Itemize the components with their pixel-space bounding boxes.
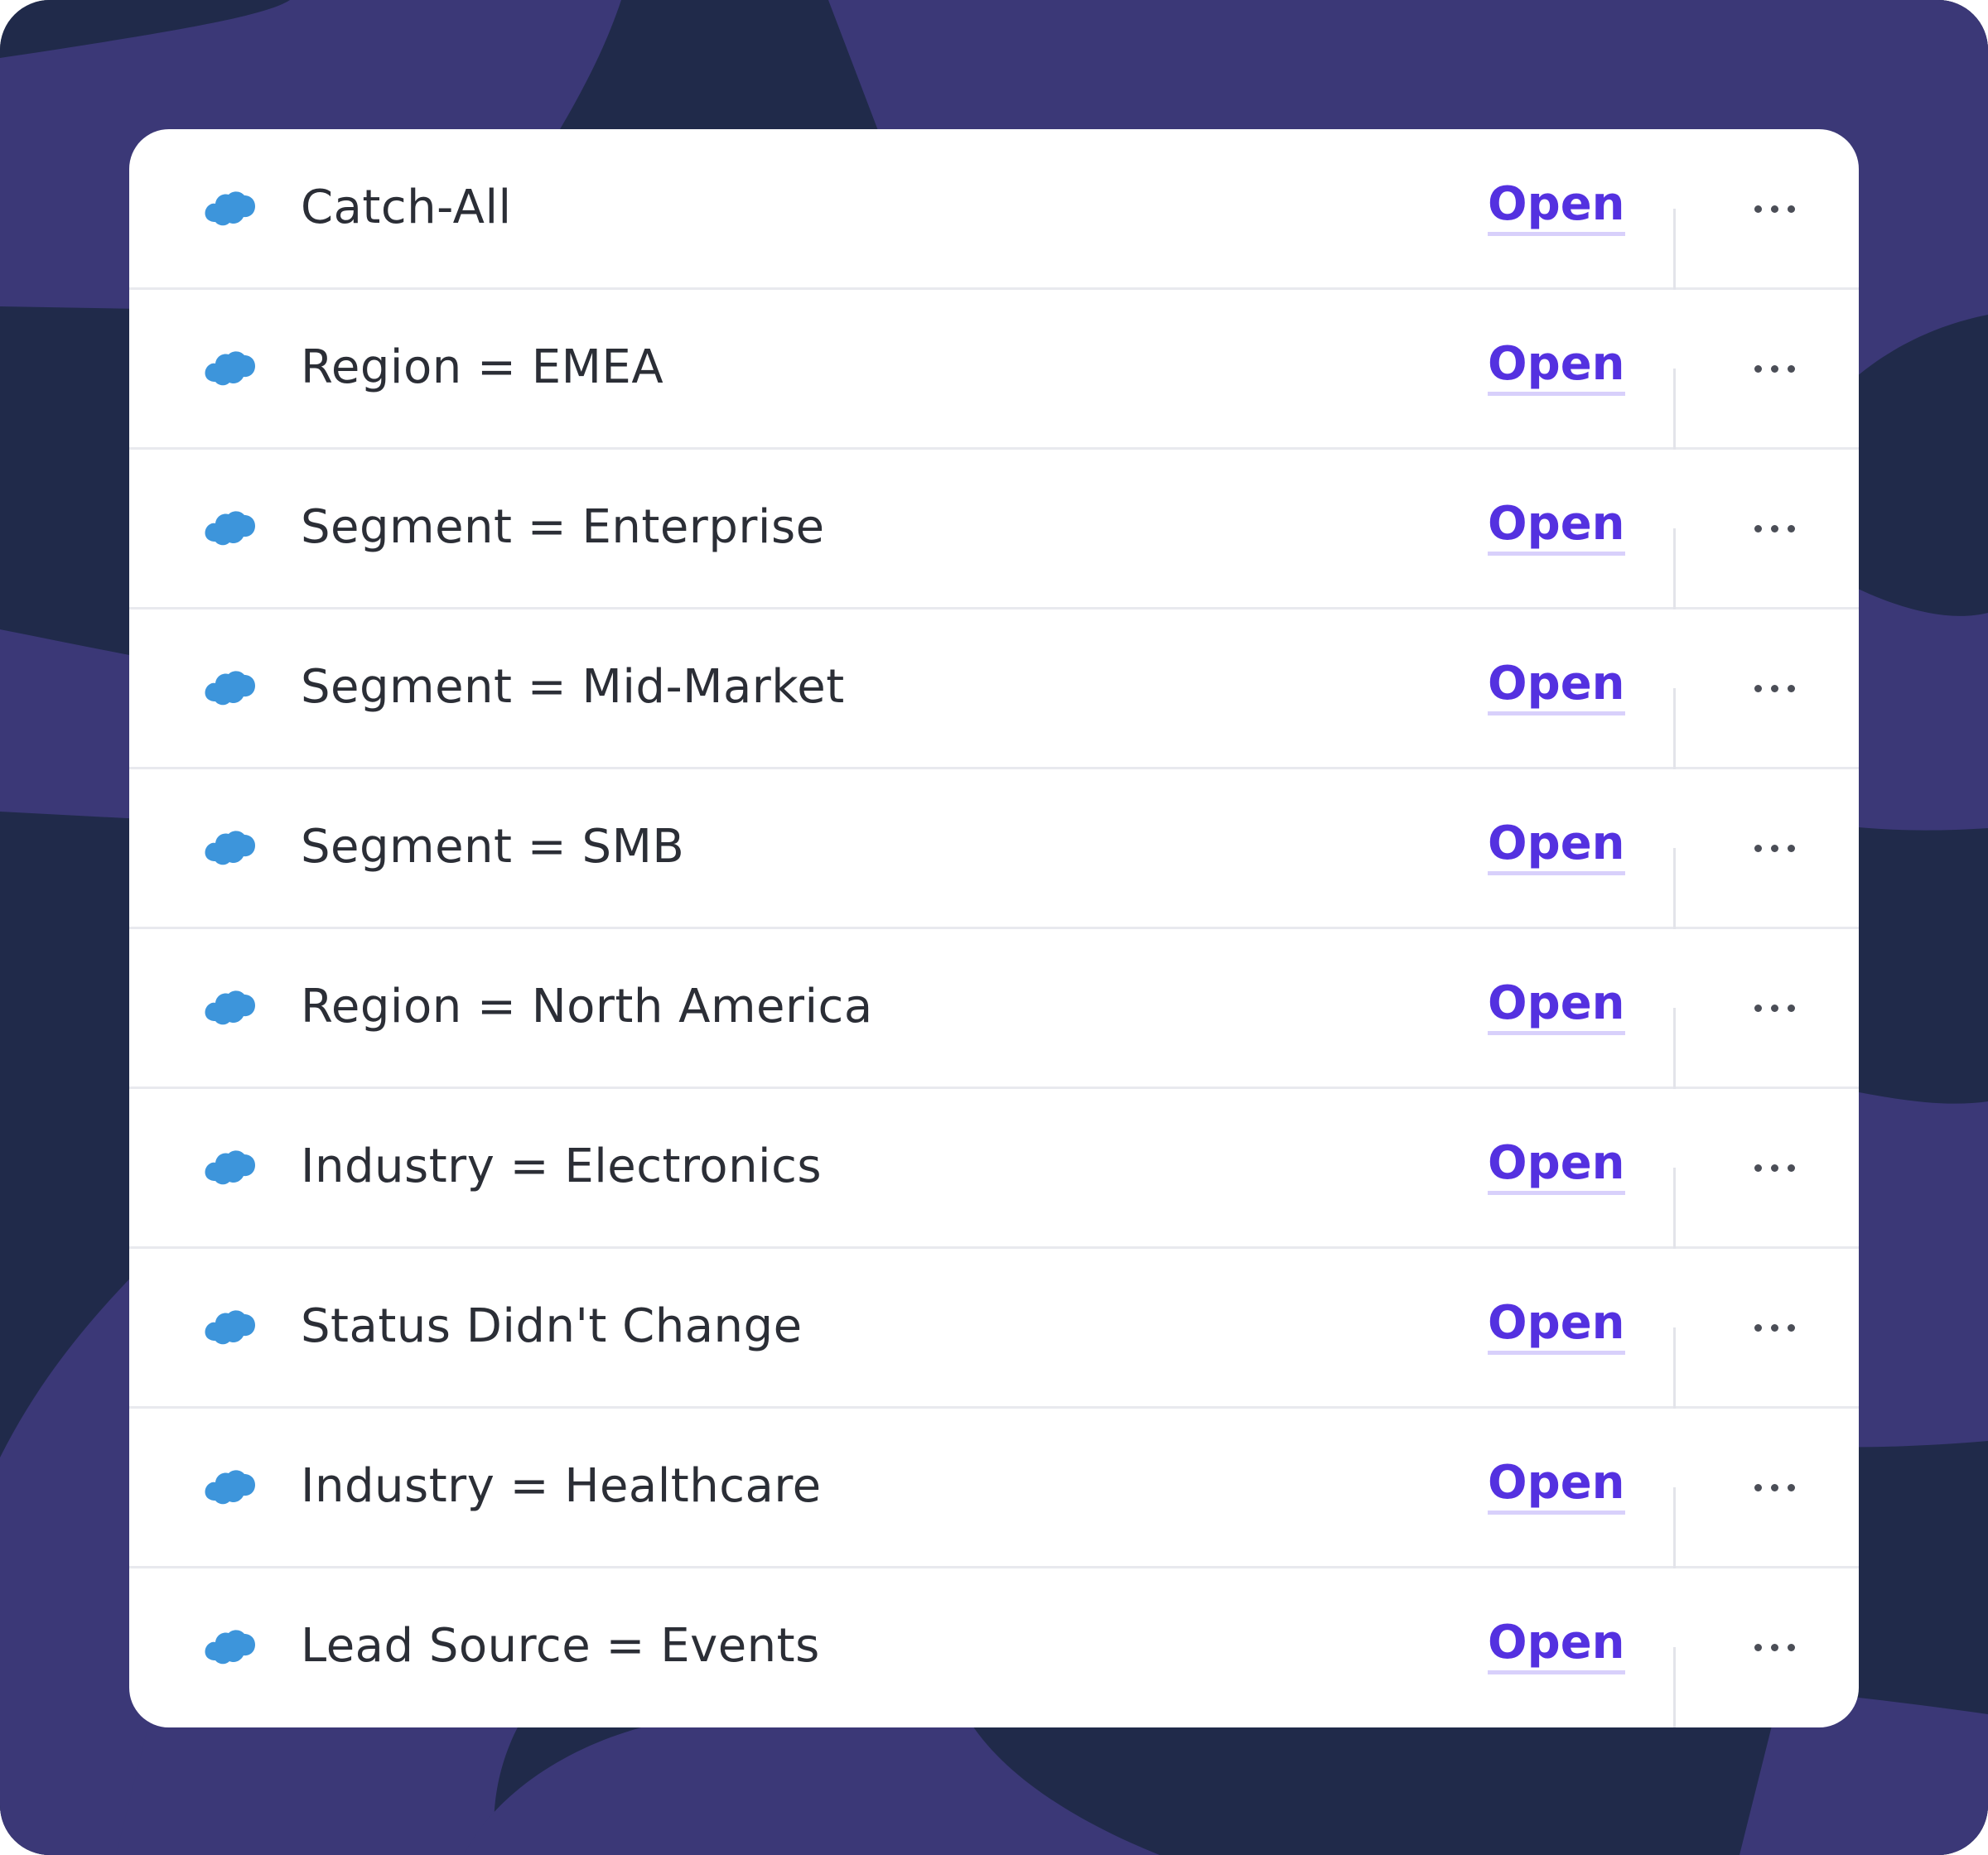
divider	[1673, 1647, 1676, 1727]
list-item-label: Status Didn't Change	[301, 1299, 803, 1353]
salesforce-cloud-icon	[204, 189, 257, 227]
list-item-label: Segment = SMB	[301, 820, 685, 874]
open-link[interactable]: Open	[1488, 818, 1625, 875]
divider	[1673, 1487, 1676, 1568]
salesforce-cloud-icon	[204, 988, 257, 1026]
open-link[interactable]: Open	[1488, 1138, 1625, 1195]
more-icon-dot	[1771, 205, 1778, 213]
open-link[interactable]: Open	[1488, 1298, 1625, 1355]
list-item-label: Lead Source = Events	[301, 1619, 820, 1673]
more-icon-dot	[1771, 1005, 1778, 1012]
more-icon-dot	[1788, 685, 1795, 692]
more-icon-dot	[1788, 1324, 1795, 1332]
more-icon-dot	[1788, 525, 1795, 532]
open-link[interactable]: Open	[1488, 978, 1625, 1035]
more-icon-dot	[1754, 205, 1762, 213]
more-icon-dot	[1771, 1164, 1778, 1172]
more-icon[interactable]	[1751, 828, 1801, 870]
list-item-label: Segment = Mid-Market	[301, 660, 845, 714]
more-icon[interactable]	[1751, 508, 1801, 550]
more-icon[interactable]	[1751, 1467, 1801, 1509]
open-link[interactable]: Open	[1488, 1458, 1625, 1515]
more-icon[interactable]	[1751, 1148, 1801, 1189]
list-item-label: Region = North America	[301, 980, 873, 1034]
list-item-label: Segment = Enterprise	[301, 500, 825, 554]
more-icon-dot	[1771, 1324, 1778, 1332]
more-icon[interactable]	[1751, 988, 1801, 1029]
more-icon-dot	[1788, 365, 1795, 373]
more-icon-dot	[1771, 1484, 1778, 1491]
salesforce-cloud-icon	[204, 508, 257, 547]
more-icon-dot	[1771, 1644, 1778, 1651]
more-icon-dot	[1788, 1005, 1795, 1012]
list-item: Region = North America Open	[129, 928, 1859, 1089]
list-item: Segment = Mid-Market Open	[129, 609, 1859, 769]
list-item: Catch-All Open	[129, 129, 1859, 290]
open-link[interactable]: Open	[1488, 1617, 1625, 1674]
list-item-label: Region = EMEA	[301, 340, 664, 394]
more-icon[interactable]	[1751, 189, 1801, 230]
open-link[interactable]: Open	[1488, 339, 1625, 396]
more-icon-dot	[1754, 1484, 1762, 1491]
more-icon[interactable]	[1751, 1308, 1801, 1349]
more-icon-dot	[1754, 845, 1762, 852]
list-item-label: Industry = Healthcare	[301, 1459, 822, 1513]
salesforce-cloud-icon	[204, 828, 257, 866]
more-icon-dot	[1771, 845, 1778, 852]
more-icon[interactable]	[1751, 668, 1801, 710]
more-icon-dot	[1754, 1005, 1762, 1012]
open-link[interactable]: Open	[1488, 658, 1625, 716]
more-icon-dot	[1771, 525, 1778, 532]
more-icon-dot	[1771, 685, 1778, 692]
list-item: Status Didn't Change Open	[129, 1248, 1859, 1409]
more-icon-dot	[1788, 1484, 1795, 1491]
more-icon-dot	[1754, 1164, 1762, 1172]
more-icon-dot	[1754, 525, 1762, 532]
list-item-label: Catch-All	[301, 181, 512, 234]
list-item: Lead Source = Events Open	[129, 1568, 1859, 1727]
more-icon-dot	[1788, 1164, 1795, 1172]
more-icon[interactable]	[1751, 1627, 1801, 1669]
more-icon-dot	[1754, 1644, 1762, 1651]
more-icon-dot	[1754, 1324, 1762, 1332]
more-icon-dot	[1771, 365, 1778, 373]
more-icon-dot	[1788, 205, 1795, 213]
divider	[1673, 1168, 1676, 1249]
more-icon-dot	[1788, 1644, 1795, 1651]
salesforce-cloud-icon	[204, 349, 257, 387]
divider	[1673, 848, 1676, 929]
more-icon-dot	[1788, 845, 1795, 852]
list-item: Segment = SMB Open	[129, 768, 1859, 929]
list-item: Region = EMEA Open	[129, 289, 1859, 450]
divider	[1673, 209, 1676, 290]
divider	[1673, 528, 1676, 610]
list-item: Segment = Enterprise Open	[129, 449, 1859, 610]
more-icon-dot	[1754, 365, 1762, 373]
salesforce-cloud-icon	[204, 1148, 257, 1186]
divider	[1673, 1327, 1676, 1409]
segment-list-card: Catch-All Open Region = EMEA Open Segment = …	[129, 129, 1859, 1727]
list-item: Industry = Healthcare Open	[129, 1408, 1859, 1568]
salesforce-cloud-icon	[204, 1467, 257, 1506]
salesforce-cloud-icon	[204, 668, 257, 706]
salesforce-cloud-icon	[204, 1627, 257, 1665]
more-icon-dot	[1754, 685, 1762, 692]
open-link[interactable]: Open	[1488, 179, 1625, 236]
open-link[interactable]: Open	[1488, 499, 1625, 556]
divider	[1673, 369, 1676, 450]
divider	[1673, 688, 1676, 769]
list-item-label: Industry = Electronics	[301, 1140, 823, 1193]
divider	[1673, 1008, 1676, 1089]
list-item: Industry = Electronics Open	[129, 1088, 1859, 1249]
more-icon[interactable]	[1751, 349, 1801, 390]
salesforce-cloud-icon	[204, 1308, 257, 1346]
